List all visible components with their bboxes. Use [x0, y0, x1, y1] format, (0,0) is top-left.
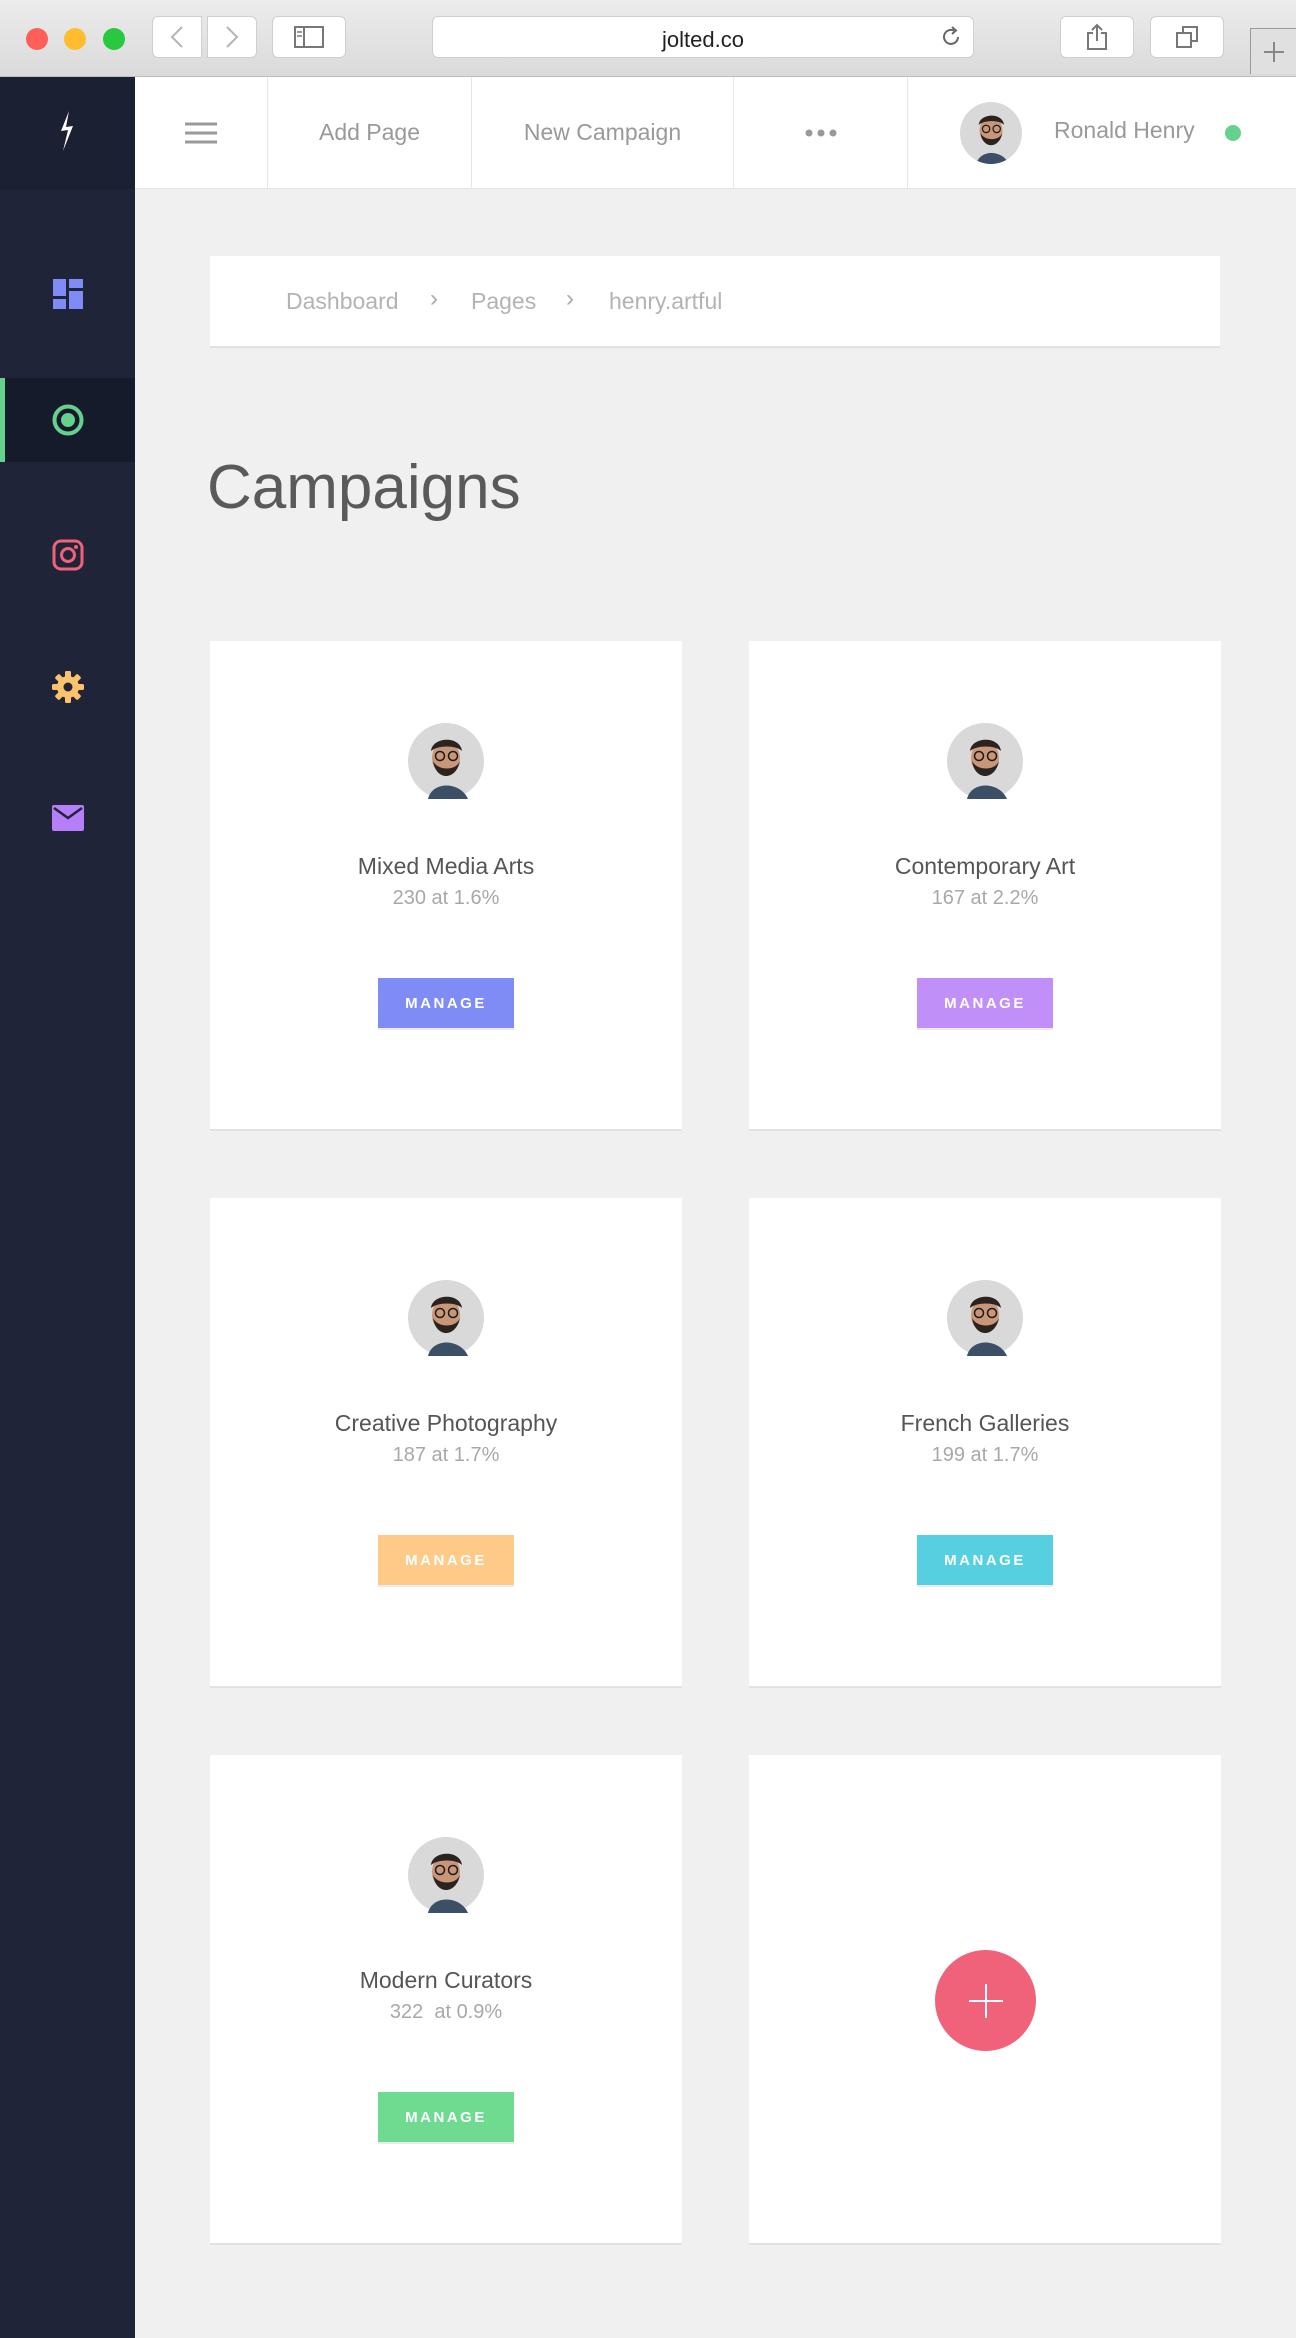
campaign-avatar [947, 723, 1023, 799]
new-campaign-link[interactable]: New Campaign [472, 77, 734, 188]
manage-button[interactable]: MANAGE [378, 1535, 514, 1585]
more-dots-icon [805, 129, 836, 136]
campaign-stats: 230 at 1.6% [392, 887, 500, 909]
campaign-name: Mixed Media Arts [357, 853, 535, 879]
breadcrumb-dashboard[interactable]: Dashboard [286, 288, 399, 315]
breadcrumb-separator-icon: › [430, 285, 438, 312]
hamburger-menu-icon [185, 122, 217, 143]
campaign-name: Creative Photography [334, 1410, 558, 1436]
forward-button[interactable] [207, 16, 257, 58]
settings-gear-icon [51, 671, 84, 703]
breadcrumb-pages[interactable]: Pages [471, 288, 536, 315]
sidebar-icon [294, 26, 324, 48]
campaign-name: French Galleries [900, 1410, 1070, 1436]
mail-icon [51, 805, 84, 831]
user-menu[interactable]: Ronald Henry [908, 77, 1296, 188]
address-bar[interactable]: jolted.co [432, 16, 974, 58]
add-page-link[interactable]: Add Page [268, 77, 472, 188]
maximize-window-button[interactable] [103, 28, 125, 50]
instagram-icon [52, 539, 83, 571]
campaign-stats: 167 at 2.2% [931, 887, 1039, 909]
more-options-button[interactable] [734, 77, 908, 188]
campaign-card: Creative Photography 187 at 1.7% MANAGE [210, 1198, 682, 1688]
breadcrumb-current: henry.artful [609, 288, 723, 314]
add-campaign-button[interactable] [935, 1950, 1036, 2051]
sidebar-item-dashboard[interactable] [0, 252, 135, 336]
campaign-card: Modern Curators 322 at 0.9% MANAGE [210, 1755, 682, 2245]
manage-button[interactable]: MANAGE [378, 978, 514, 1028]
menu-button[interactable] [135, 77, 268, 188]
url-text: jolted.co [662, 27, 744, 52]
sidebar-item-messages[interactable] [0, 776, 135, 860]
campaign-card: Mixed Media Arts 230 at 1.6% MANAGE [210, 641, 682, 1131]
campaign-name: Modern Curators [359, 1967, 533, 1993]
campaign-stats: 322 at 0.9% [389, 2001, 503, 2023]
sidebar-item-settings[interactable] [0, 645, 135, 729]
campaign-stats: 187 at 1.7% [392, 1444, 500, 1466]
campaign-stats: 199 at 1.7% [931, 1444, 1039, 1466]
add-campaign-card [749, 1755, 1221, 2245]
campaign-name: Contemporary Art [894, 853, 1076, 879]
tabs-icon [1176, 26, 1198, 48]
top-bar: Add Page New Campaign Ronald Henry [135, 77, 1296, 189]
reload-icon[interactable] [939, 25, 963, 49]
breadcrumb: Dashboard › Pages › henry.artful [210, 256, 1220, 348]
new-tab-button[interactable] [1250, 28, 1296, 74]
campaign-avatar [947, 1280, 1023, 1356]
browser-toolbar: jolted.co [0, 0, 1296, 77]
show-tabs-button[interactable] [1150, 16, 1224, 58]
campaign-card: French Galleries 199 at 1.7% MANAGE [749, 1198, 1221, 1688]
campaigns-target-icon [52, 404, 83, 436]
lightning-bolt-icon [61, 111, 73, 151]
share-button[interactable] [1060, 16, 1134, 58]
campaign-avatar [408, 723, 484, 799]
user-name: Ronald Henry [1054, 117, 1195, 143]
chevron-right-icon [226, 26, 239, 48]
campaign-avatar [408, 1280, 484, 1356]
back-button[interactable] [152, 16, 202, 58]
close-window-button[interactable] [26, 28, 48, 50]
sidebar-item-instagram[interactable] [0, 513, 135, 597]
app-sidebar [0, 77, 135, 2338]
chevron-left-icon [170, 26, 183, 48]
manage-button[interactable]: MANAGE [378, 2092, 514, 2142]
breadcrumb-separator-icon: › [566, 285, 574, 312]
app-logo[interactable] [0, 77, 135, 189]
sidebar-toggle-button[interactable] [272, 16, 346, 58]
sidebar-item-campaigns[interactable] [0, 378, 135, 462]
user-avatar [960, 102, 1022, 164]
dashboard-icon [52, 279, 83, 309]
share-icon [1087, 23, 1107, 50]
minimize-window-button[interactable] [64, 28, 86, 50]
plus-icon [968, 1983, 1003, 2018]
plus-icon [1263, 41, 1284, 62]
campaign-avatar [408, 1837, 484, 1913]
manage-button[interactable]: MANAGE [917, 1535, 1053, 1585]
online-status-indicator [1225, 125, 1241, 141]
page-title: Campaigns [207, 453, 521, 522]
manage-button[interactable]: MANAGE [917, 978, 1053, 1028]
campaign-card: Contemporary Art 167 at 2.2% MANAGE [749, 641, 1221, 1131]
